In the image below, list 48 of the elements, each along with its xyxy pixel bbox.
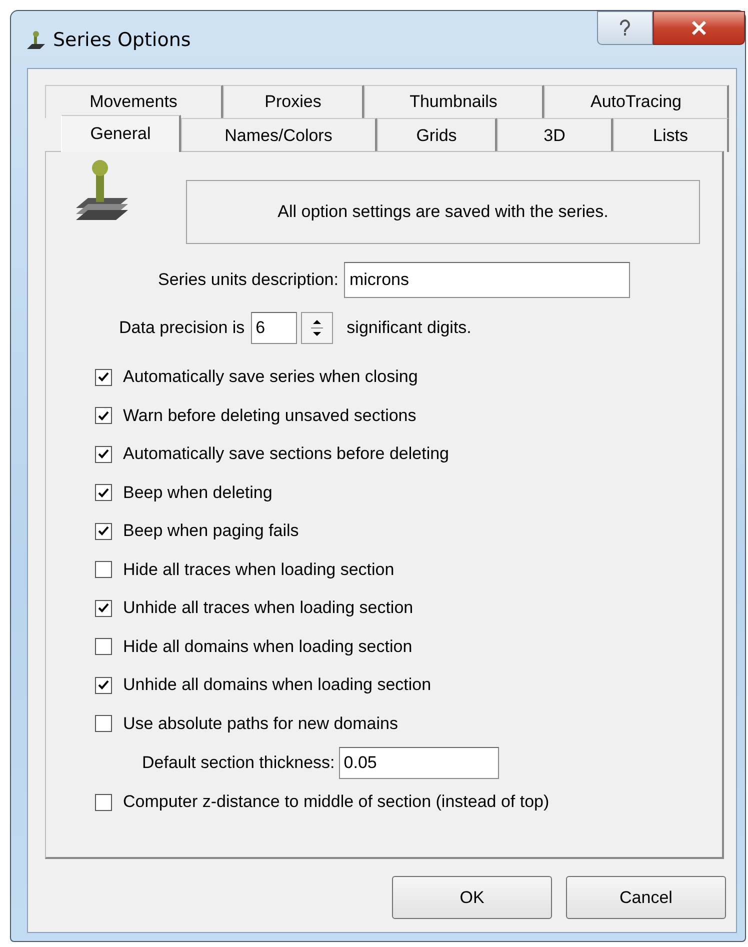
checkbox-label: Unhide all traces when loading section (123, 598, 414, 618)
tab[interactable]: Proxies (223, 85, 364, 118)
checkbox-label: Warn before deleting unsaved sections (123, 406, 416, 426)
units-label: Series units description: (158, 270, 338, 290)
checkbox-label: Automatically save series when closing (123, 367, 418, 388)
spinner[interactable] (300, 312, 333, 344)
tab[interactable]: Names/Colors (181, 118, 377, 152)
microscope-icon (25, 28, 47, 50)
checkbox[interactable] (95, 446, 112, 463)
cancel-button[interactable]: Cancel (566, 876, 726, 919)
checkbox[interactable] (95, 638, 112, 656)
checkbox[interactable] (95, 561, 112, 578)
checkbox-label: Hide all traces when loading section (123, 560, 394, 580)
precision-field[interactable]: 6 (250, 312, 297, 344)
checkbox[interactable] (95, 407, 112, 424)
tab[interactable]: General (61, 115, 181, 152)
tab[interactable]: AutoTracing (544, 85, 729, 118)
precision-label: Data precision is (119, 318, 245, 338)
checkbox[interactable] (95, 368, 112, 386)
ok-button[interactable]: OK (392, 876, 552, 919)
checkbox[interactable] (95, 484, 112, 502)
checkbox-label: Hide all domains when loading section (123, 636, 412, 657)
checkbox[interactable] (95, 676, 112, 694)
checkbox-label: Beep when deleting (123, 482, 272, 503)
checkbox[interactable] (95, 715, 112, 732)
tab[interactable]: 3D (497, 118, 613, 152)
window-title: Series Options (53, 28, 191, 50)
checkbox[interactable] (95, 600, 112, 617)
checkbox-label: Use absolute paths for new domains (123, 714, 398, 734)
checkbox-label: Automatically save sections before deleting (123, 444, 450, 464)
question-mark-icon (618, 19, 632, 37)
tab[interactable]: Thumbnails (364, 85, 544, 118)
precision-suffix: significant digits. (346, 318, 472, 338)
info-message: All option settings are saved with the series. (186, 180, 700, 244)
checkbox-label: Computer z-distance to middle of section (instead of top) (123, 792, 550, 812)
tab[interactable]: Grids (377, 118, 497, 152)
checkbox-label: Beep when paging fails (123, 521, 299, 542)
close-icon (691, 21, 707, 35)
help-button[interactable] (597, 11, 653, 45)
checkbox-label: Unhide all domains when loading section (123, 675, 432, 696)
field-label: Default section thickness: (142, 753, 335, 773)
checkbox[interactable] (95, 794, 112, 811)
close-button[interactable] (653, 11, 745, 45)
units-field[interactable]: microns (344, 262, 630, 298)
thickness-field[interactable]: 0.05 (338, 747, 499, 779)
checkbox[interactable] (95, 522, 112, 540)
tab[interactable]: Lists (613, 118, 729, 152)
tab[interactable]: Movements (45, 85, 223, 118)
